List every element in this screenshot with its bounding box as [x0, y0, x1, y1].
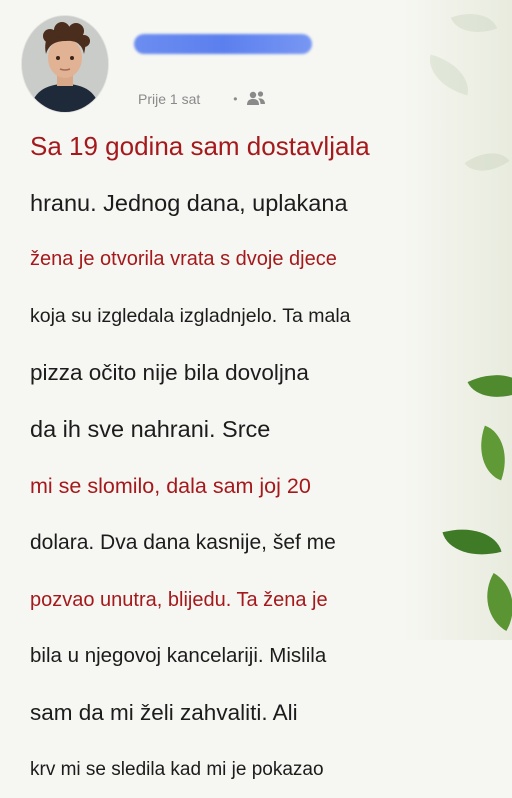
post-text-line: mi se slomilo, dala sam joj 20: [30, 474, 311, 499]
leaf-decoration: [450, 3, 498, 43]
author-name-redacted[interactable]: [134, 34, 312, 54]
post-body: Sa 19 godina sam dostavljala hranu. Jedn…: [30, 118, 470, 798]
friends-icon[interactable]: [245, 89, 267, 110]
leaf-decoration: [467, 360, 512, 412]
post-meta: Prije 1 sat •: [138, 88, 267, 110]
post-text-line: Sa 19 godina sam dostavljala: [30, 131, 370, 161]
post-text-line: hranu. Jednog dana, uplakana: [30, 189, 348, 216]
leaf-decoration: [464, 141, 510, 183]
post-text-line: sam da mi želi zahvaliti. Ali: [30, 699, 298, 725]
post-text-line: dolara. Dva dana kasnije, šef me: [30, 530, 336, 554]
post-text-line: krv mi se sledila kad mi je pokazao: [30, 758, 324, 780]
leaf-decoration: [471, 572, 512, 632]
leaf-decoration: [469, 425, 512, 481]
post-text-line: pozvao unutra, blijedu. Ta žena je: [30, 588, 328, 611]
post-text-line: bila u njegovoj kancelariji. Mislila: [30, 644, 327, 668]
post-time[interactable]: Prije 1 sat: [138, 91, 200, 107]
post-text-line: žena je otvorila vrata s dvoje djece: [30, 248, 337, 271]
post-text-line: da ih sve nahrani. Srce: [30, 416, 271, 443]
post-text-line: pizza očito nije bila dovoljna: [30, 359, 309, 385]
post-text-line: koja su izgledala izgladnjelo. Ta mala: [30, 305, 351, 328]
leaf-decoration: [422, 54, 476, 96]
meta-separator: •: [233, 92, 238, 106]
avatar[interactable]: [22, 16, 108, 112]
